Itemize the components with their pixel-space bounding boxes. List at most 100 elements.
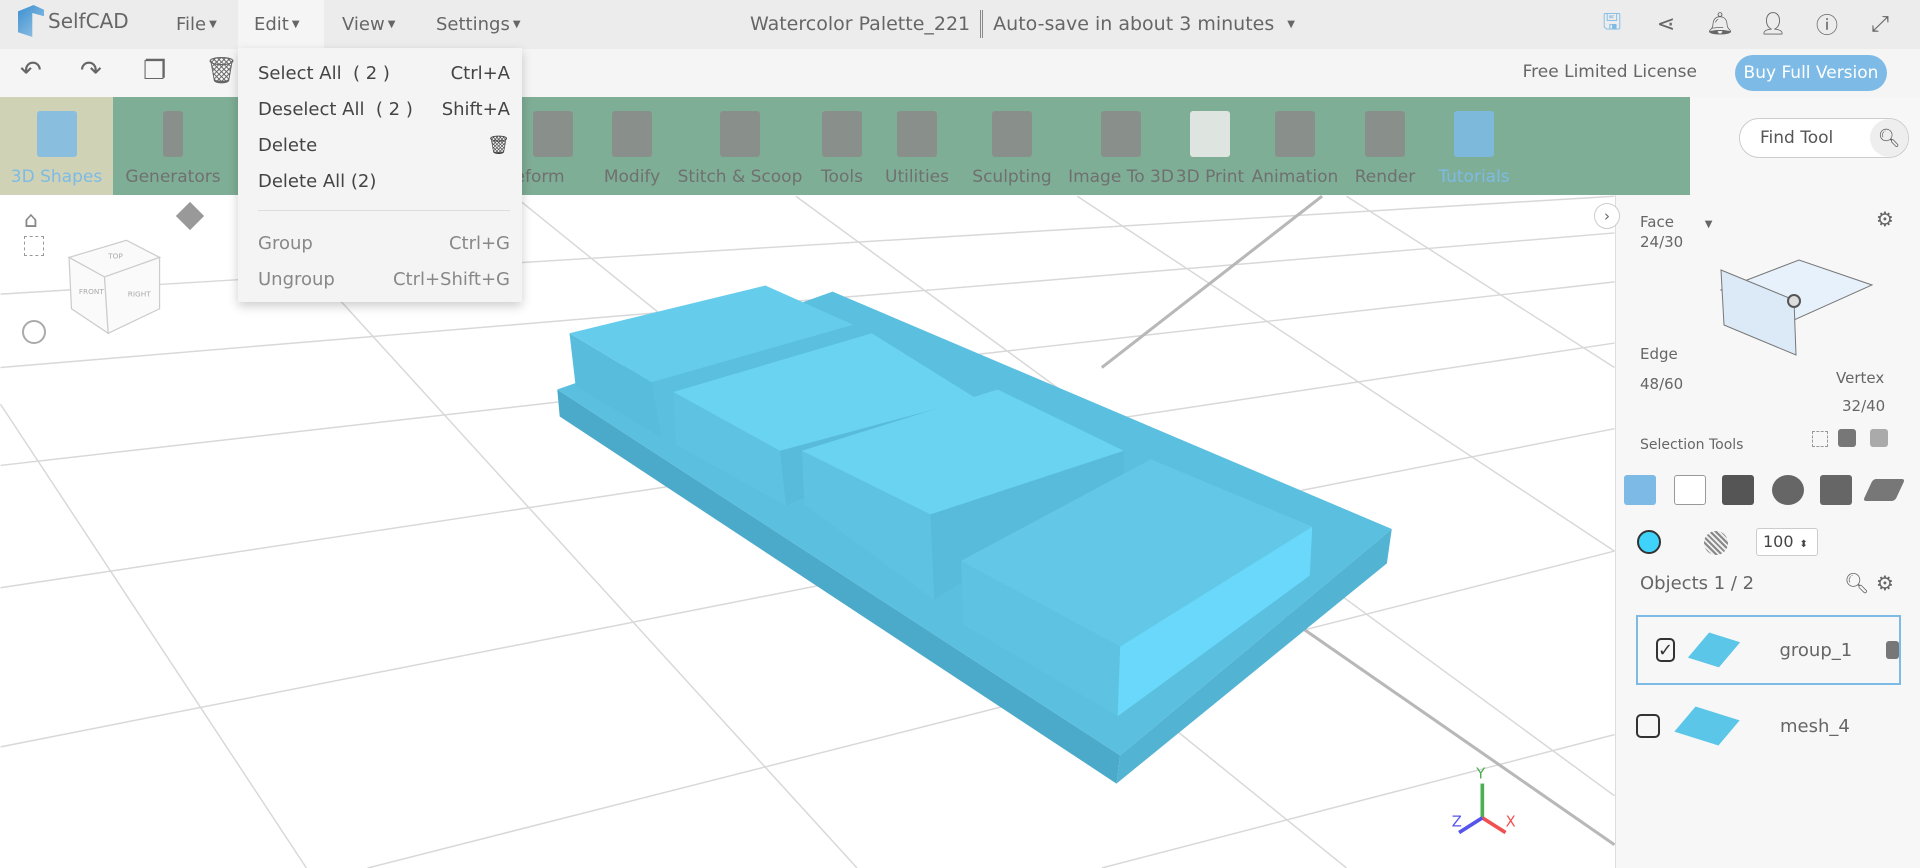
- find-tool-input[interactable]: Find Tool 🔍︎: [1739, 118, 1909, 158]
- search-icon[interactable]: 🔍︎: [1870, 119, 1908, 157]
- vertex-label: Vertex: [1836, 369, 1885, 387]
- color-swatch[interactable]: [1637, 530, 1661, 554]
- render-icon: [1365, 111, 1405, 157]
- find-tool-placeholder: Find Tool: [1760, 128, 1834, 148]
- object-checkbox[interactable]: ✓: [1656, 638, 1676, 662]
- menu-item-delete-all[interactable]: Delete All (2): [258, 166, 510, 196]
- tool-image-to-3d[interactable]: Image To 3D: [1066, 97, 1176, 195]
- document-title-area[interactable]: Watercolor Palette_221 Auto-save in about…: [750, 10, 1295, 38]
- menu-settings[interactable]: Settings ▼: [420, 0, 537, 49]
- object-item-mesh-4[interactable]: mesh_4: [1636, 691, 1901, 761]
- half-cube-select-icon[interactable]: [1820, 475, 1852, 505]
- tool-deform[interactable]: Deform: [522, 97, 584, 195]
- tool-label: Tutorials: [1438, 167, 1510, 187]
- cube-icon: [36, 111, 77, 157]
- edge-label: Edge: [1640, 345, 1678, 363]
- axis-y-label: Y: [1475, 766, 1485, 783]
- axis-z-label: Z: [1452, 813, 1462, 830]
- face-grid-select-icon[interactable]: [1674, 475, 1706, 505]
- share-icon[interactable]: ⋖: [1650, 8, 1682, 40]
- copy-icon[interactable]: ❐: [143, 56, 166, 86]
- info-icon[interactable]: ⓘ: [1811, 8, 1843, 40]
- tool-label: Sculpting: [972, 167, 1052, 187]
- tool-tutorials[interactable]: Tutorials: [1428, 97, 1520, 195]
- tool-label: Generators: [125, 167, 221, 187]
- svg-text:RIGHT: RIGHT: [128, 290, 151, 299]
- sculpting-icon: [992, 111, 1032, 157]
- collapse-panel-button[interactable]: ›: [1594, 203, 1620, 229]
- opacity-value: 100: [1763, 532, 1794, 551]
- tool-animation[interactable]: Animation: [1248, 97, 1342, 195]
- menu-divider: [258, 210, 510, 211]
- tool-utilities[interactable]: Utilities: [878, 97, 956, 195]
- sphere-select-icon[interactable]: [1772, 475, 1804, 505]
- menu-item-deselect-all[interactable]: Deselect All ( 2 ) Shift+A: [258, 94, 510, 124]
- logo-text: SelfCAD: [48, 9, 129, 33]
- utilities-icon: [897, 111, 937, 157]
- fit-view-icon[interactable]: [24, 236, 44, 256]
- group-icon[interactable]: [1886, 641, 1899, 659]
- tool-label: Modify: [603, 167, 661, 187]
- search-objects-icon[interactable]: 🔍︎: [1844, 571, 1869, 595]
- document-title[interactable]: Watercolor Palette_221: [750, 13, 970, 35]
- solid-grid-select-icon[interactable]: [1722, 475, 1754, 505]
- object-item-group-1[interactable]: ✓ group_1: [1636, 615, 1901, 685]
- wire-select-icon[interactable]: [1870, 429, 1888, 447]
- box-select-icon[interactable]: [1812, 431, 1828, 447]
- buy-full-version-button[interactable]: Buy Full Version: [1735, 55, 1887, 91]
- menu-label: Settings: [436, 14, 510, 35]
- menu-item-select-all[interactable]: Select All ( 2 ) Ctrl+A: [258, 58, 510, 88]
- tool-modify[interactable]: Modify: [596, 97, 668, 195]
- opacity-stepper[interactable]: 100 ⬍: [1756, 528, 1818, 556]
- svg-text:TOP: TOP: [107, 252, 123, 261]
- home-view-icon[interactable]: ⌂: [24, 208, 38, 233]
- save-icon[interactable]: 🖫: [1596, 8, 1628, 40]
- redo-icon[interactable]: ↷: [80, 56, 102, 86]
- menu-file[interactable]: File ▼: [160, 0, 233, 49]
- menu-item-ungroup[interactable]: Ungroup Ctrl+Shift+G: [258, 264, 510, 294]
- animation-icon: [1275, 111, 1315, 157]
- tutorial-icon: [1454, 111, 1494, 157]
- face-label: Face: [1640, 213, 1674, 231]
- tool-stitch-scoop[interactable]: Stitch & Scoop: [676, 97, 804, 195]
- menu-edit[interactable]: Edit ▼: [238, 0, 324, 49]
- face-count: 24/30: [1640, 233, 1684, 251]
- menu-label: Edit: [254, 14, 289, 35]
- object-thumbnail: [1674, 706, 1740, 746]
- tool-render[interactable]: Render: [1346, 97, 1424, 195]
- selection-mode-cube-illustration[interactable]: [1716, 215, 1886, 365]
- cube-select-icon[interactable]: [1838, 429, 1856, 447]
- undo-icon[interactable]: ↶: [20, 56, 42, 86]
- object-name: group_1: [1779, 639, 1853, 661]
- object-select-icon[interactable]: [1624, 475, 1656, 505]
- selection-tools-label: Selection Tools: [1640, 437, 1744, 453]
- menu-item-delete[interactable]: Delete 🗑︎: [258, 130, 510, 160]
- autosave-status[interactable]: Auto-save in about 3 minutes: [993, 13, 1274, 35]
- item-label: Ungroup: [258, 268, 335, 290]
- face-mode-select[interactable]: Face ▼: [1640, 213, 1712, 231]
- watercolor-palette-model[interactable]: [557, 285, 1392, 784]
- menu-label: View: [342, 14, 385, 35]
- objects-gear-icon[interactable]: ⚙: [1876, 571, 1894, 595]
- tool-generators[interactable]: Generators: [116, 97, 230, 195]
- edge-count: 48/60: [1640, 375, 1684, 393]
- menu-item-group[interactable]: Group Ctrl+G: [258, 228, 510, 258]
- material-sphere-icon[interactable]: [1704, 531, 1728, 555]
- object-checkbox[interactable]: [1636, 714, 1660, 738]
- selfcad-logo[interactable]: SelfCAD: [18, 5, 129, 37]
- nav-cube[interactable]: TOP FRONT RIGHT: [67, 239, 162, 335]
- tool-3d-shapes[interactable]: 3D Shapes: [0, 97, 113, 195]
- tool-tools[interactable]: Tools: [810, 97, 874, 195]
- plane-select-icon[interactable]: [1862, 479, 1906, 501]
- objects-count-label: Objects 1 / 2: [1640, 573, 1755, 594]
- tool-3d-print[interactable]: 3D Print: [1170, 97, 1250, 195]
- fullscreen-icon[interactable]: ⤢: [1864, 8, 1896, 40]
- delete-icon[interactable]: 🗑︎: [205, 56, 238, 86]
- tool-label: 3D Print: [1175, 167, 1245, 187]
- menu-view[interactable]: View ▼: [326, 0, 411, 49]
- orbit-icon[interactable]: [22, 320, 46, 344]
- bell-icon[interactable]: 🔔︎: [1704, 8, 1736, 40]
- user-icon[interactable]: 👤︎: [1757, 8, 1789, 40]
- tool-sculpting[interactable]: Sculpting: [962, 97, 1062, 195]
- logo-icon: [18, 5, 44, 37]
